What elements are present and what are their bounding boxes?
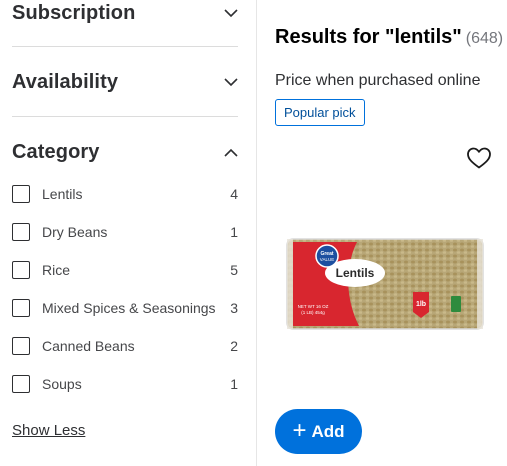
checkbox[interactable] (12, 261, 30, 279)
filter-availability-title: Availability (12, 70, 119, 93)
results-title: Results for "lentils" (275, 26, 462, 48)
filter-category-title: Category (12, 140, 100, 163)
category-option-label: Dry Beans (42, 224, 108, 240)
category-option-count: 1 (230, 224, 238, 240)
svg-text:NET WT 16 OZ: NET WT 16 OZ (298, 304, 329, 309)
heart-outline-icon[interactable] (466, 146, 492, 170)
svg-text:Lentils: Lentils (336, 266, 375, 280)
category-option-rice[interactable]: Rice 5 (12, 259, 238, 281)
filter-subscription-header[interactable]: Subscription (12, 0, 238, 26)
filter-availability-header[interactable]: Availability (12, 68, 238, 96)
popular-pick-badge: Popular pick (275, 99, 365, 126)
chevron-down-icon (224, 6, 238, 20)
chevron-up-icon (224, 145, 238, 159)
category-option-canned-beans[interactable]: Canned Beans 2 (12, 335, 238, 357)
category-option-lentils[interactable]: Lentils 4 (12, 183, 238, 205)
checkbox[interactable] (12, 185, 30, 203)
category-option-mixed-spices[interactable]: Mixed Spices & Seasonings 3 (12, 297, 238, 319)
category-option-label: Rice (42, 262, 71, 278)
divider (12, 116, 238, 117)
divider (12, 46, 238, 47)
category-option-label: Mixed Spices & Seasonings (42, 300, 216, 316)
svg-text:(1 LB) 454g: (1 LB) 454g (301, 310, 325, 315)
checkbox[interactable] (12, 299, 30, 317)
category-option-count: 4 (230, 186, 238, 202)
category-option-count: 2 (230, 338, 238, 354)
category-option-count: 3 (230, 300, 238, 316)
category-option-label: Lentils (42, 186, 83, 202)
add-to-cart-button[interactable]: + Add (275, 409, 362, 454)
checkbox[interactable] (12, 375, 30, 393)
chevron-down-icon (224, 75, 238, 89)
add-button-label: Add (311, 421, 345, 441)
checkbox[interactable] (12, 337, 30, 355)
svg-text:1lb: 1lb (416, 301, 426, 308)
panel-divider (256, 0, 257, 466)
category-option-dry-beans[interactable]: Dry Beans 1 (12, 221, 238, 243)
category-option-label: Soups (42, 376, 82, 392)
filter-panel: Subscription Availability Category Lenti… (0, 0, 256, 466)
category-option-soups[interactable]: Soups 1 (12, 373, 238, 395)
checkbox[interactable] (12, 223, 30, 241)
category-option-label: Canned Beans (42, 338, 135, 354)
filter-category-header[interactable]: Category (12, 138, 238, 166)
filter-subscription-title: Subscription (12, 1, 136, 24)
product-image[interactable]: Great VALUE Lentils NET WT 16 OZ (1 LB) … (285, 236, 485, 332)
results-count: (648) (465, 30, 504, 47)
price-note: Price when purchased online (275, 72, 481, 89)
category-option-count: 5 (230, 262, 238, 278)
results-heading: Results for "lentils" (648) (275, 26, 503, 49)
show-less-link[interactable]: Show Less (12, 422, 85, 439)
svg-text:VALUE: VALUE (320, 257, 334, 262)
plus-icon: + (292, 416, 307, 444)
category-option-count: 1 (230, 376, 238, 392)
